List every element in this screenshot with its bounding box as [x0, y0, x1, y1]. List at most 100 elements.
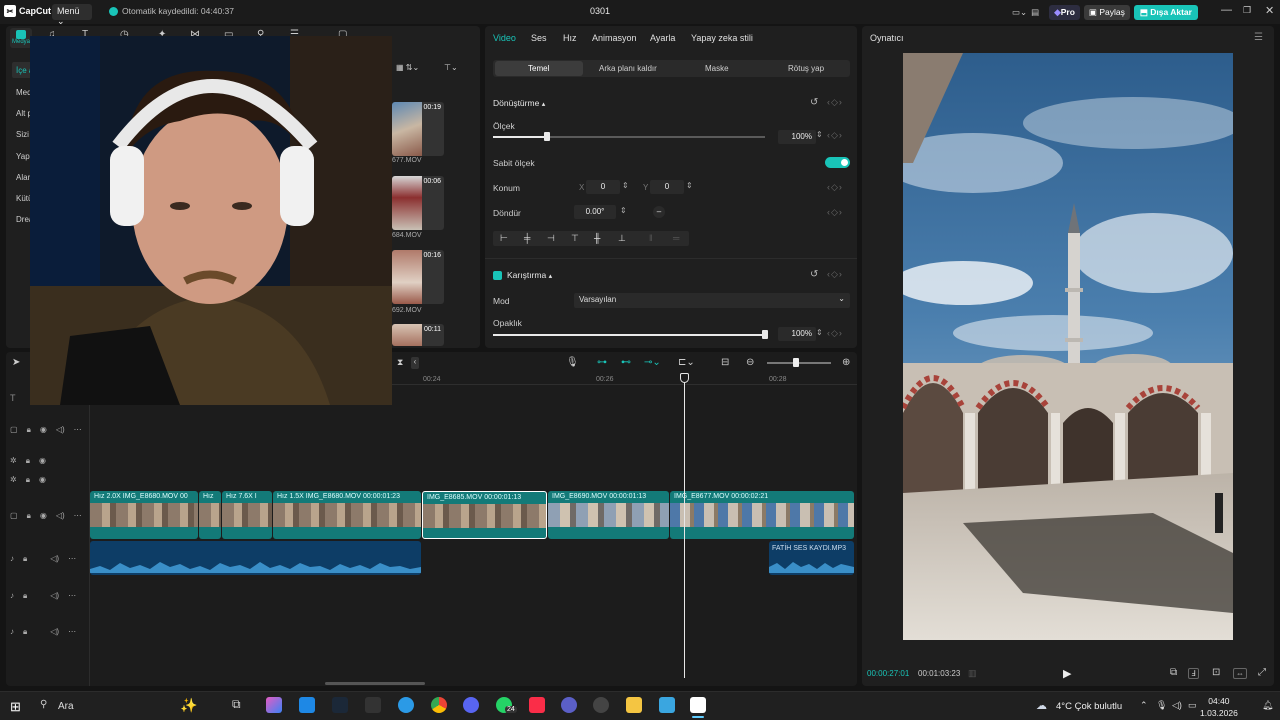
- grid-view-icon[interactable]: ▦ ⇅⌄: [396, 63, 419, 72]
- edge-icon[interactable]: [398, 697, 414, 713]
- media-item[interactable]: 00:06: [392, 176, 444, 230]
- speaker-icon[interactable]: ◁): [56, 425, 65, 435]
- eye-icon[interactable]: ◉: [40, 425, 47, 435]
- layout-icon[interactable]: ▭⌄: [1012, 7, 1027, 18]
- more-icon[interactable]: ⋯: [74, 425, 82, 435]
- weather-text[interactable]: 4°C Çok bulutlu: [1056, 701, 1122, 712]
- network-icon[interactable]: ▭: [1188, 700, 1197, 711]
- photos-icon[interactable]: [659, 697, 675, 713]
- audio-clip[interactable]: FATİH SES KAYDI.MP3: [769, 541, 854, 575]
- align-center-v-icon[interactable]: ╫: [594, 233, 600, 243]
- timeline-scrollbar[interactable]: [325, 682, 425, 685]
- media-item[interactable]: 00:19: [392, 102, 444, 156]
- scale-slider-knob[interactable]: [544, 132, 550, 141]
- opacity-value[interactable]: 100%: [778, 327, 816, 341]
- microphone-icon[interactable]: 🎙︎: [566, 357, 579, 368]
- video-clip[interactable]: Hız 1.5X IMG_E8680.MOV 00:00:01:23: [273, 491, 421, 539]
- side-item-ai[interactable]: Yap: [16, 152, 30, 161]
- reset-icon[interactable]: ↺: [810, 97, 818, 108]
- search-icon[interactable]: ⚲: [40, 699, 47, 710]
- epic-games-icon[interactable]: [365, 697, 381, 713]
- tab-speed[interactable]: Hız: [563, 33, 577, 43]
- microphone-icon[interactable]: 🎙︎: [1156, 700, 1167, 711]
- eye-icon[interactable]: ◉: [39, 475, 46, 485]
- preview-axis-icon[interactable]: ⊏⌄: [678, 357, 695, 368]
- video-clip[interactable]: IMG_E8677.MOV 00:00:02:21: [670, 491, 854, 539]
- eye-icon[interactable]: ◉: [40, 511, 47, 521]
- audio-clip[interactable]: [90, 541, 421, 575]
- stepper-icon[interactable]: ⇕: [816, 130, 823, 139]
- windows-start-icon[interactable]: ⊞: [10, 699, 21, 715]
- keyframe-icon[interactable]: ‹◇›: [827, 97, 843, 108]
- zoom-out-icon[interactable]: ⊖: [746, 357, 754, 368]
- taskbar-search[interactable]: Ara: [58, 701, 74, 712]
- select-cursor-icon[interactable]: ➤: [12, 357, 20, 368]
- chevron-up-icon[interactable]: ⌃: [1140, 700, 1148, 711]
- player-menu-icon[interactable]: ☰: [1254, 32, 1263, 43]
- align-center-h-icon[interactable]: ╪: [524, 233, 530, 243]
- tab-video[interactable]: Video: [493, 33, 516, 43]
- subtab-basic[interactable]: Temel: [528, 64, 549, 73]
- chrome-icon[interactable]: [431, 697, 447, 713]
- snapshot-icon[interactable]: ⊡: [1212, 667, 1220, 678]
- tab-adjust[interactable]: Ayarla: [650, 33, 675, 43]
- playhead[interactable]: [684, 374, 685, 678]
- shortcut-icon[interactable]: ▤: [1031, 7, 1039, 18]
- stepper-icon[interactable]: ⇕: [622, 181, 629, 190]
- pos-x-input[interactable]: 0: [586, 180, 620, 194]
- lock-icon[interactable]: 🔒︎: [26, 475, 30, 485]
- discord-icon[interactable]: [463, 697, 479, 713]
- side-item-stock[interactable]: Alar: [16, 173, 30, 182]
- copilot-icon[interactable]: [266, 697, 282, 713]
- fullscreen-icon[interactable]: ⤢: [1258, 667, 1266, 678]
- tab-animation[interactable]: Animasyon: [592, 33, 637, 43]
- task-view-icon[interactable]: ⧉: [232, 697, 248, 713]
- zoom-slider-knob[interactable]: [793, 358, 799, 367]
- uniform-scale-toggle[interactable]: [825, 157, 850, 168]
- blend-title[interactable]: Karıştırma ▴: [507, 270, 552, 280]
- transform-title[interactable]: Dönüştürme ▴: [493, 98, 545, 108]
- align-right-icon[interactable]: ⊣: [547, 233, 555, 244]
- auto-snap-icon[interactable]: ⊷: [621, 357, 631, 368]
- lock-icon[interactable]: 🔒︎: [23, 554, 27, 564]
- stepper-icon[interactable]: ⇕: [686, 181, 693, 190]
- more-icon[interactable]: ⋯: [68, 627, 76, 637]
- subtab-retouch[interactable]: Rötuş yap: [788, 64, 824, 73]
- video-clip[interactable]: Hız: [199, 491, 221, 539]
- split-icon[interactable]: ⧗: [397, 357, 403, 368]
- lock-icon[interactable]: 🔒︎: [27, 425, 31, 435]
- playhead-handle[interactable]: [680, 373, 689, 383]
- crop-icon[interactable]: ⧉: [1170, 667, 1177, 678]
- rotate-dial-icon[interactable]: –: [653, 206, 665, 218]
- zoom-in-icon[interactable]: ⊕: [842, 357, 850, 368]
- chevron-left-icon[interactable]: ‹: [411, 357, 419, 369]
- align-left-icon[interactable]: ⊢: [500, 233, 508, 244]
- timeline-view-icon[interactable]: ▥: [968, 668, 977, 679]
- keyframe-icon[interactable]: ‹◇›: [827, 207, 843, 218]
- speaker-icon[interactable]: ◁): [50, 554, 59, 564]
- steam-icon[interactable]: [332, 697, 348, 713]
- mode-select[interactable]: Varsayılan ⌄: [574, 293, 850, 308]
- pos-y-input[interactable]: 0: [650, 180, 684, 194]
- close-icon[interactable]: ✕: [1265, 4, 1274, 17]
- lock-icon[interactable]: 🔒︎: [26, 456, 30, 466]
- share-button[interactable]: ▣ Paylaş: [1083, 4, 1130, 20]
- maximize-icon[interactable]: ❐: [1243, 5, 1251, 16]
- play-icon[interactable]: ▶: [1063, 667, 1071, 680]
- volume-icon[interactable]: ◁): [1172, 700, 1182, 711]
- video-clip[interactable]: IMG_E8690.MOV 00:00:01:13: [548, 491, 669, 539]
- ratio-button[interactable]: Ⅎ: [1188, 668, 1199, 679]
- notification-icon[interactable]: 🔔︎: [1262, 700, 1273, 711]
- aspect-ratio-icon[interactable]: ⇔: [1233, 668, 1247, 679]
- more-icon[interactable]: ⋯: [68, 591, 76, 601]
- menu-button[interactable]: Menü ⌄: [52, 4, 92, 26]
- more-icon[interactable]: ⋯: [68, 554, 76, 564]
- video-clip-selected[interactable]: IMG_E8685.MOV 00:00:01:13: [422, 491, 547, 539]
- link-icon[interactable]: ⊸⌄: [644, 357, 661, 368]
- subtab-mask[interactable]: Maske: [705, 64, 729, 73]
- outlook-icon[interactable]: [299, 697, 315, 713]
- speaker-icon[interactable]: ◁): [50, 591, 59, 601]
- opacity-slider-knob[interactable]: [762, 330, 768, 339]
- rotate-input[interactable]: 0.00°: [574, 205, 616, 219]
- lock-icon[interactable]: 🔒︎: [23, 591, 27, 601]
